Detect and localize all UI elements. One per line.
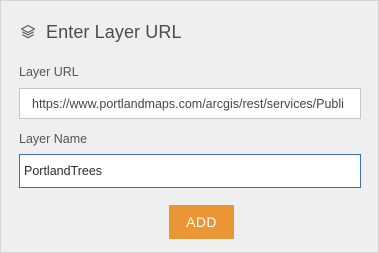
enter-layer-url-panel: Enter Layer URL Layer URL Layer Name ADD [0,0,379,253]
layer-url-input[interactable] [19,88,361,119]
layer-name-input[interactable] [19,154,361,188]
layer-url-label: Layer URL [19,65,79,79]
panel-title: Enter Layer URL [46,21,182,42]
layers-icon [19,23,37,41]
add-button[interactable]: ADD [169,205,234,239]
layer-name-label: Layer Name [19,132,88,146]
panel-header: Enter Layer URL [19,19,182,45]
